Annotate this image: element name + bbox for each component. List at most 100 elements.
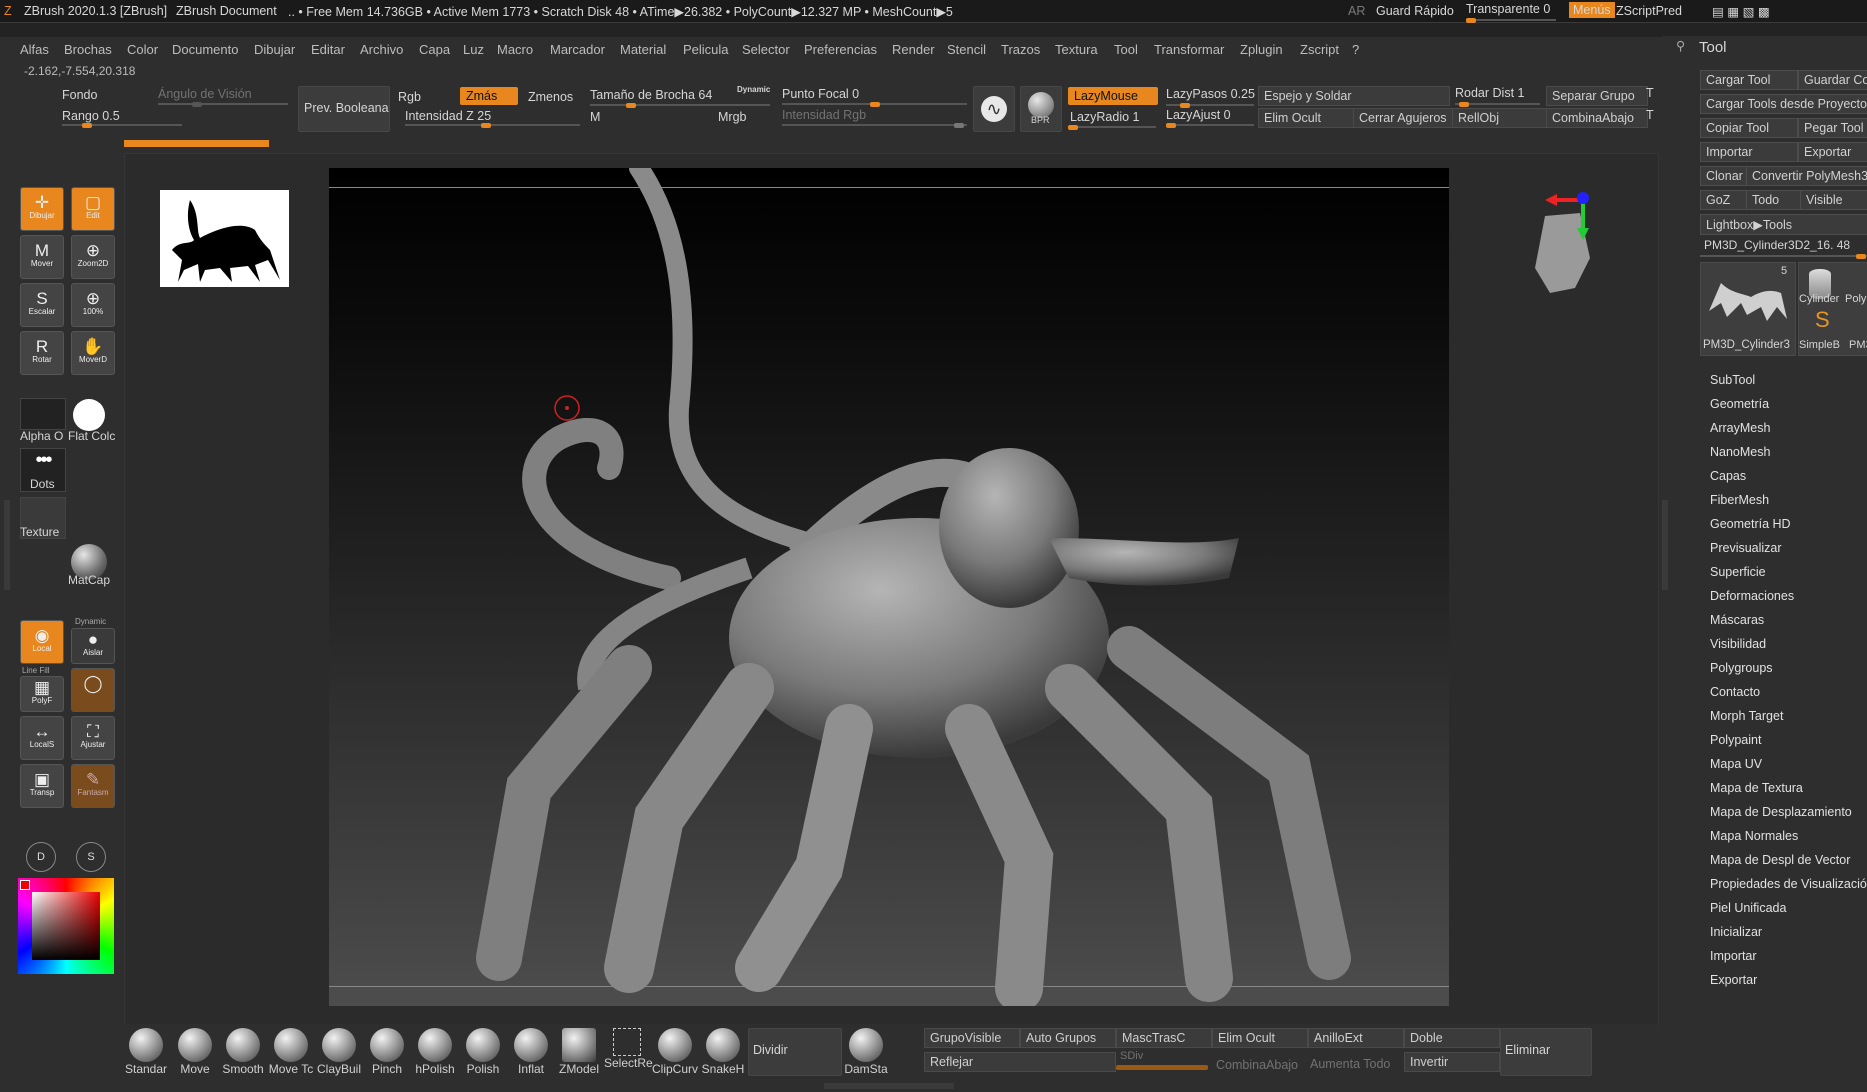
sdiv-track[interactable] [1116, 1065, 1208, 1070]
grupovisible-button[interactable]: GrupoVisible [924, 1028, 1020, 1048]
menu-capa[interactable]: Capa [419, 42, 450, 57]
section-propiedades-visualizacion[interactable]: Propiedades de Visualización [1710, 877, 1867, 891]
tool-thumbnails-secondary[interactable]: Cylinder Poly S SimpleB PM3 [1798, 262, 1867, 356]
current-tool-track[interactable] [1700, 254, 1867, 259]
menu-tool[interactable]: Tool [1114, 42, 1138, 57]
cerrar-agujeros-button[interactable]: Cerrar Agujeros [1353, 108, 1457, 128]
fondo-button[interactable]: Fondo [62, 88, 97, 102]
transparent-slider[interactable]: Transparente 0 [1466, 2, 1550, 16]
aislar-button[interactable]: ● Aislar [71, 628, 115, 664]
intensidad-z-slider-track[interactable] [405, 123, 580, 128]
section-previsualizar[interactable]: Previsualizar [1710, 541, 1782, 555]
local-button[interactable]: ◉ Local [20, 620, 64, 664]
reflejar-button[interactable]: Reflejar [924, 1052, 1116, 1072]
draw-button[interactable]: ✛ Dibujar [20, 187, 64, 231]
angulo-slider[interactable]: Ángulo de Visión [158, 87, 252, 101]
pin-icon[interactable]: ⚲ [1676, 38, 1685, 53]
layout-icons[interactable]: ▤ ▦ ▧ ▩ [1712, 4, 1770, 19]
section-mapa-textura[interactable]: Mapa de Textura [1710, 781, 1803, 795]
alpha-selector[interactable] [20, 398, 66, 430]
punto-focal-track[interactable] [782, 102, 967, 107]
section-polygroups[interactable]: Polygroups [1710, 661, 1773, 675]
menu-macro[interactable]: Macro [497, 42, 533, 57]
menu-luz[interactable]: Luz [463, 42, 484, 57]
section-visibilidad[interactable]: Visibilidad [1710, 637, 1766, 651]
zmas-toggle[interactable]: Zmás [460, 87, 518, 105]
section-geometria[interactable]: Geometría [1710, 397, 1769, 411]
section-fibermesh[interactable]: FiberMesh [1710, 493, 1769, 507]
brush-move[interactable]: Move [172, 1028, 218, 1076]
section-nanomesh[interactable]: NanoMesh [1710, 445, 1770, 459]
color-square[interactable] [32, 892, 100, 960]
separar-grupo-button[interactable]: Separar Grupo [1546, 86, 1648, 106]
brush-damstandard[interactable]: DamSta [843, 1028, 889, 1076]
left-tray-handle[interactable] [4, 500, 10, 590]
lazyajust-slider[interactable]: LazyAjust 0 [1166, 108, 1231, 122]
section-inicializar[interactable]: Inicializar [1710, 925, 1762, 939]
menu-selector[interactable]: Selector [742, 42, 790, 57]
brush-smooth[interactable]: Smooth [220, 1028, 266, 1076]
menu-stencil[interactable]: Stencil [947, 42, 986, 57]
section-subtool[interactable]: SubTool [1710, 373, 1755, 387]
section-contacto[interactable]: Contacto [1710, 685, 1760, 699]
section-mapa-despl-vector[interactable]: Mapa de Despl de Vector [1710, 853, 1850, 867]
t-button-2[interactable]: T [1646, 108, 1654, 122]
scale-button[interactable]: S Escalar [20, 283, 64, 327]
pegar-tool-button[interactable]: Pegar Tool [1798, 118, 1867, 138]
brush-polish[interactable]: Polish [460, 1028, 506, 1076]
section-exportar[interactable]: Exportar [1710, 973, 1757, 987]
menu-zscript[interactable]: Zscript [1300, 42, 1339, 57]
masctrasc-button[interactable]: MascTrasC [1116, 1028, 1212, 1048]
section-mascaras[interactable]: Máscaras [1710, 613, 1764, 627]
prev-booleana-button[interactable]: Prev. Booleana [298, 86, 390, 132]
lazypasos-slider[interactable]: LazyPasos 0.25 [1166, 87, 1255, 101]
bpr-button[interactable]: BPR [1020, 86, 1062, 132]
brush-selectrect[interactable]: SelectRe [604, 1028, 653, 1070]
intensidad-rgb-slider[interactable]: Intensidad Rgb [782, 108, 866, 122]
quick-save-button[interactable]: Guard Rápido [1376, 4, 1454, 18]
doble-button[interactable]: Doble [1404, 1028, 1500, 1048]
brush-hpolish[interactable]: hPolish [412, 1028, 458, 1076]
locals-button[interactable]: ↔ LocalS [20, 716, 64, 760]
fantasm-button[interactable]: ✎ Fantasm [71, 764, 115, 808]
rotate-button[interactable]: R Rotar [20, 331, 64, 375]
menu-dibujar[interactable]: Dibujar [254, 42, 295, 57]
menu-marcador[interactable]: Marcador [550, 42, 605, 57]
cargar-tools-proyecto-button[interactable]: Cargar Tools desde Proyecto [1700, 94, 1867, 114]
dividir-button[interactable]: Dividir [748, 1028, 842, 1076]
menu-alfas[interactable]: Alfas [20, 42, 49, 57]
auto-grupos-button[interactable]: Auto Grupos [1020, 1028, 1116, 1048]
brush-claybuildup[interactable]: ClayBuil [316, 1028, 362, 1076]
menu-color[interactable]: Color [127, 42, 158, 57]
punto-focal-slider[interactable]: Punto Focal 0 [782, 87, 859, 101]
lazyradio-track[interactable] [1068, 125, 1156, 130]
elim-ocult-button[interactable]: Elim Ocult [1258, 108, 1355, 128]
lazypasos-track[interactable] [1166, 103, 1254, 108]
brush-inflate[interactable]: Inflat [508, 1028, 554, 1076]
polyf-button[interactable]: ▦ PolyF [20, 676, 64, 712]
t-button-1[interactable]: T [1646, 86, 1654, 100]
current-tool-slider[interactable]: PM3D_Cylinder3D2_16. 48 [1704, 238, 1850, 252]
menu-preferencias[interactable]: Preferencias [804, 42, 877, 57]
right-tray-handle[interactable] [1662, 500, 1668, 590]
section-mapa-normales[interactable]: Mapa Normales [1710, 829, 1798, 843]
lazymouse-toggle[interactable]: LazyMouse [1068, 87, 1158, 105]
lazyajust-track[interactable] [1166, 123, 1254, 128]
move-button[interactable]: M Mover [20, 235, 64, 279]
main-color-swatch[interactable] [20, 880, 30, 890]
section-piel-unificada[interactable]: Piel Unificada [1710, 901, 1786, 915]
lightbox-tools-button[interactable]: Lightbox▶Tools [1700, 214, 1867, 235]
navigation-gizmo[interactable] [1505, 188, 1625, 318]
brush-clipcurve[interactable]: ClipCurv [652, 1028, 698, 1076]
menu-documento[interactable]: Documento [172, 42, 238, 57]
section-morph-target[interactable]: Morph Target [1710, 709, 1783, 723]
lazyradio-slider[interactable]: LazyRadio 1 [1070, 110, 1140, 124]
stroke-icon[interactable]: ∿ [973, 86, 1015, 132]
menu-help[interactable]: ? [1352, 42, 1359, 57]
rango-slider-track[interactable] [62, 123, 182, 128]
alpha-preview-thumbnail[interactable] [160, 190, 289, 287]
brush-pinch[interactable]: Pinch [364, 1028, 410, 1076]
zoom2d-button[interactable]: ⊕ Zoom2D [71, 235, 115, 279]
section-mapa-desplazamiento[interactable]: Mapa de Desplazamiento [1710, 805, 1852, 819]
espejo-soldar-button[interactable]: Espejo y Soldar [1258, 86, 1450, 106]
